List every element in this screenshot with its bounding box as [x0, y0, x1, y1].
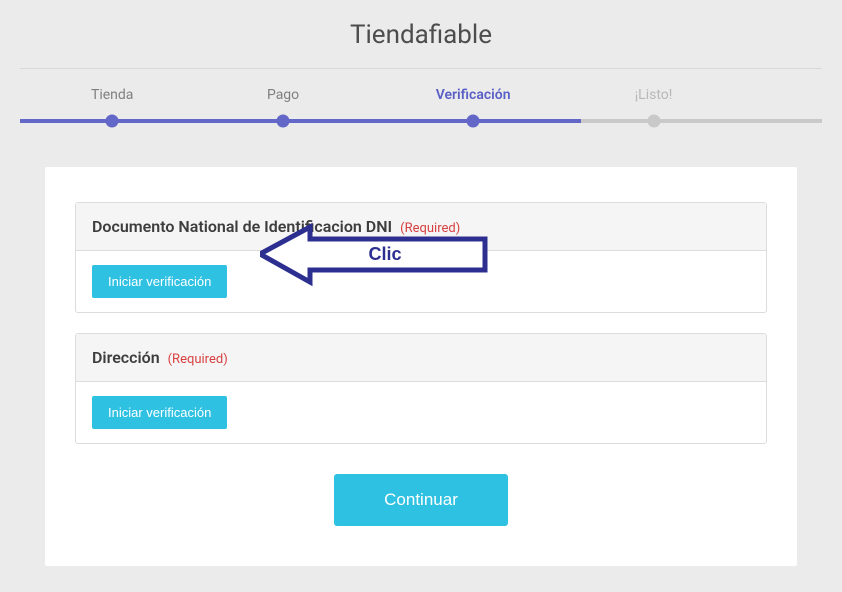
verify-direccion-button[interactable]: Iniciar verificación — [92, 396, 227, 429]
progress-stepper: Tienda Pago Verificación ¡Listo! — [20, 87, 822, 137]
stepper-fill — [20, 119, 581, 123]
stepper-label-tienda: Tienda — [91, 87, 133, 103]
stepper-track — [20, 119, 822, 123]
stepper-label-verificacion: Verificación — [436, 87, 511, 103]
panel-direccion-required: (Required) — [168, 352, 228, 367]
panel-dni-required: (Required) — [400, 221, 460, 236]
stepper-label-pago: Pago — [267, 87, 299, 103]
stepper-dot-4 — [647, 115, 660, 128]
content-card: Documento National de Identificacion DNI… — [45, 167, 797, 566]
header-divider — [20, 68, 822, 69]
panel-direccion-header: Dirección (Required) — [76, 334, 766, 382]
panel-dni-header: Documento National de Identificacion DNI… — [76, 203, 766, 251]
stepper-dot-2 — [277, 115, 290, 128]
panel-direccion-title: Dirección — [92, 348, 160, 367]
continue-button[interactable]: Continuar — [334, 474, 508, 526]
panel-dni: Documento National de Identificacion DNI… — [75, 202, 767, 313]
stepper-dot-1 — [106, 115, 119, 128]
panel-dni-body: Iniciar verificación — [76, 251, 766, 312]
panel-direccion: Dirección (Required) Iniciar verificació… — [75, 333, 767, 444]
panel-dni-title: Documento National de Identificacion DNI — [92, 217, 392, 236]
page-header: Tiendafiable — [0, 0, 842, 68]
continue-wrap: Continuar — [75, 474, 767, 526]
page-title: Tiendafiable — [0, 20, 842, 50]
verify-dni-button[interactable]: Iniciar verificación — [92, 265, 227, 298]
panel-direccion-body: Iniciar verificación — [76, 382, 766, 443]
stepper-label-listo: ¡Listo! — [635, 87, 673, 103]
stepper-dot-3 — [467, 115, 480, 128]
